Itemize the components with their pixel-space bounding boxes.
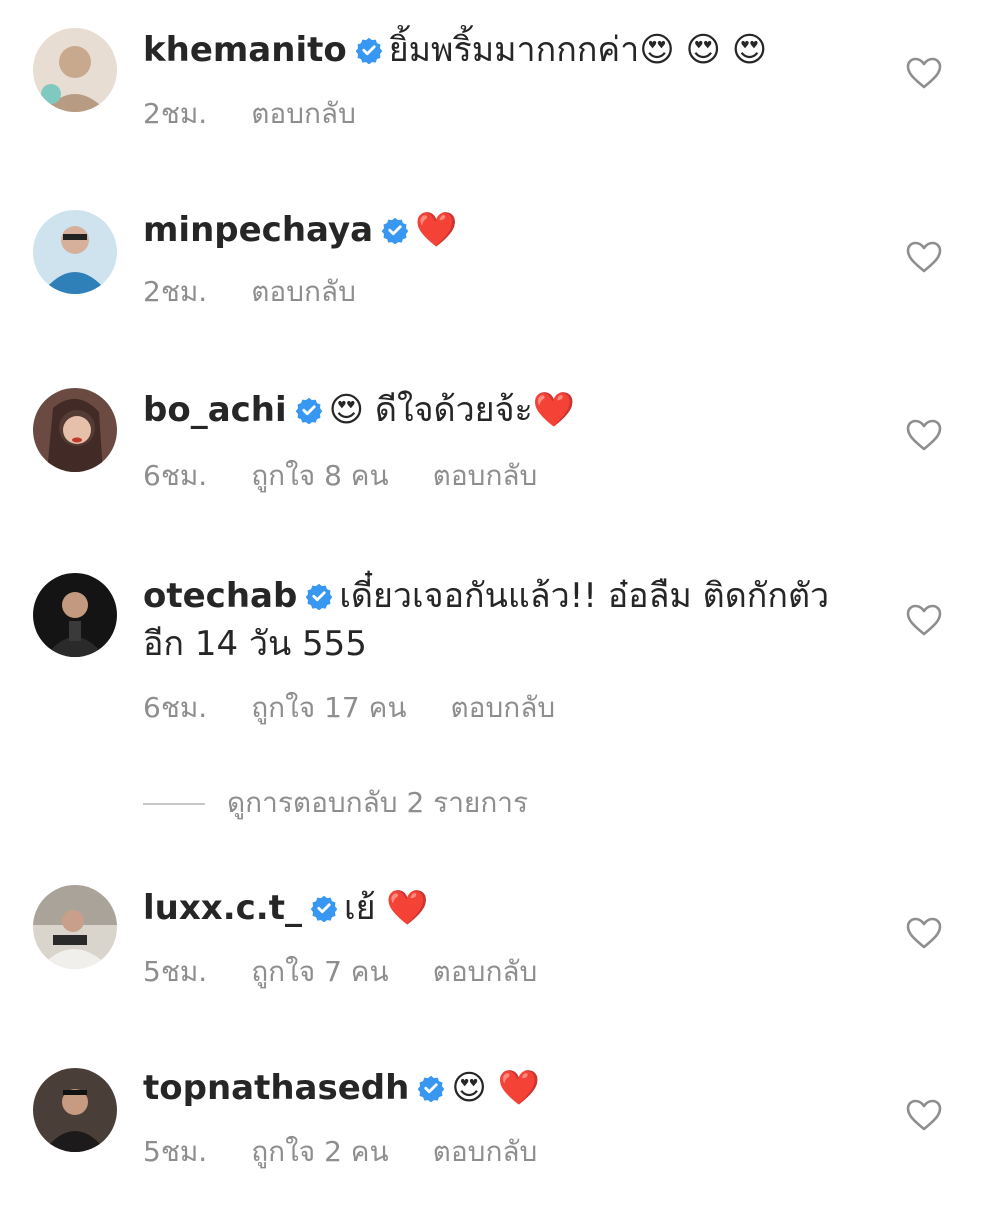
comment-line: otechab เดี๋ยวเจอกันแล้ว!! อ๋อลืม ติดกักต… — [143, 572, 860, 668]
comment-time: 5ชม. — [143, 955, 208, 988]
likes-count[interactable]: ถูกใจ 17 คน — [251, 691, 406, 724]
username-link[interactable]: topnathasedh — [143, 1068, 409, 1108]
avatar[interactable] — [33, 1068, 117, 1152]
verified-badge-icon — [310, 894, 338, 922]
username-link[interactable]: khemanito — [143, 30, 347, 70]
comment-text: 😍 ❤️ — [451, 1068, 540, 1108]
heart-outline-icon[interactable] — [905, 603, 943, 637]
comment-meta: 2ชม. ตอบกลับ — [143, 272, 400, 312]
heart-outline-icon[interactable] — [905, 56, 943, 90]
comment-line: khemanito ยิ้มพริ้มมากกกค่า😍 😍 😍 — [143, 26, 860, 74]
divider-line — [143, 803, 205, 805]
likes-count[interactable]: ถูกใจ 8 คน — [251, 459, 388, 492]
comment-meta: 6ชม. ถูกใจ 8 คน ตอบกลับ — [143, 456, 581, 496]
heart-outline-icon[interactable] — [905, 240, 943, 274]
verified-badge-icon — [381, 216, 409, 244]
heart-outline-icon[interactable] — [905, 916, 943, 950]
comment-meta: 5ชม. ถูกใจ 2 คน ตอบกลับ — [143, 1132, 581, 1172]
comment-time: 2ชม. — [143, 97, 208, 130]
comment-line: luxx.c.t_ เย้ ❤️ — [143, 884, 860, 932]
view-replies-button[interactable]: ดูการตอบกลับ 2 รายการ — [143, 783, 528, 823]
avatar[interactable] — [33, 573, 117, 657]
likes-count[interactable]: ถูกใจ 7 คน — [251, 955, 388, 988]
reply-button[interactable]: ตอบกลับ — [251, 97, 356, 130]
username-link[interactable]: bo_achi — [143, 390, 287, 430]
reply-button[interactable]: ตอบกลับ — [251, 275, 356, 308]
comment-time: 6ชม. — [143, 459, 208, 492]
comment-text: ❤️ — [415, 210, 458, 250]
comment-text: ยิ้มพริ้มมากกกค่า😍 😍 😍 — [388, 30, 768, 70]
avatar[interactable] — [33, 210, 117, 294]
view-replies-label: ดูการตอบกลับ 2 รายการ — [227, 786, 529, 819]
comment-time: 5ชม. — [143, 1135, 208, 1168]
avatar[interactable] — [33, 28, 117, 112]
comment-line: minpechaya ❤️ — [143, 206, 860, 254]
verified-badge-icon — [295, 396, 323, 424]
comment-meta: 2ชม. ตอบกลับ — [143, 94, 400, 134]
likes-count[interactable]: ถูกใจ 2 คน — [251, 1135, 388, 1168]
comment-text: เย้ ❤️ — [343, 888, 429, 928]
avatar[interactable] — [33, 388, 117, 472]
comment-time: 6ชม. — [143, 691, 208, 724]
reply-button[interactable]: ตอบกลับ — [433, 1135, 538, 1168]
reply-button[interactable]: ตอบกลับ — [433, 955, 538, 988]
username-link[interactable]: luxx.c.t_ — [143, 888, 302, 928]
username-link[interactable]: minpechaya — [143, 210, 373, 250]
comment-time: 2ชม. — [143, 275, 208, 308]
reply-button[interactable]: ตอบกลับ — [450, 691, 555, 724]
comment-meta: 6ชม. ถูกใจ 17 คน ตอบกลับ — [143, 688, 599, 728]
reply-button[interactable]: ตอบกลับ — [433, 459, 538, 492]
username-link[interactable]: otechab — [143, 576, 297, 616]
verified-badge-icon — [355, 36, 383, 64]
avatar[interactable] — [33, 885, 117, 969]
heart-outline-icon[interactable] — [905, 418, 943, 452]
verified-badge-icon — [417, 1074, 445, 1102]
comment-text: 😍 ดีใจด้วยจ้ะ❤️ — [328, 390, 576, 430]
heart-outline-icon[interactable] — [905, 1098, 943, 1132]
verified-badge-icon — [305, 582, 333, 610]
comment-line: topnathasedh 😍 ❤️ — [143, 1064, 860, 1112]
comment-meta: 5ชม. ถูกใจ 7 คน ตอบกลับ — [143, 952, 581, 992]
comment-line: bo_achi 😍 ดีใจด้วยจ้ะ❤️ — [143, 386, 860, 434]
